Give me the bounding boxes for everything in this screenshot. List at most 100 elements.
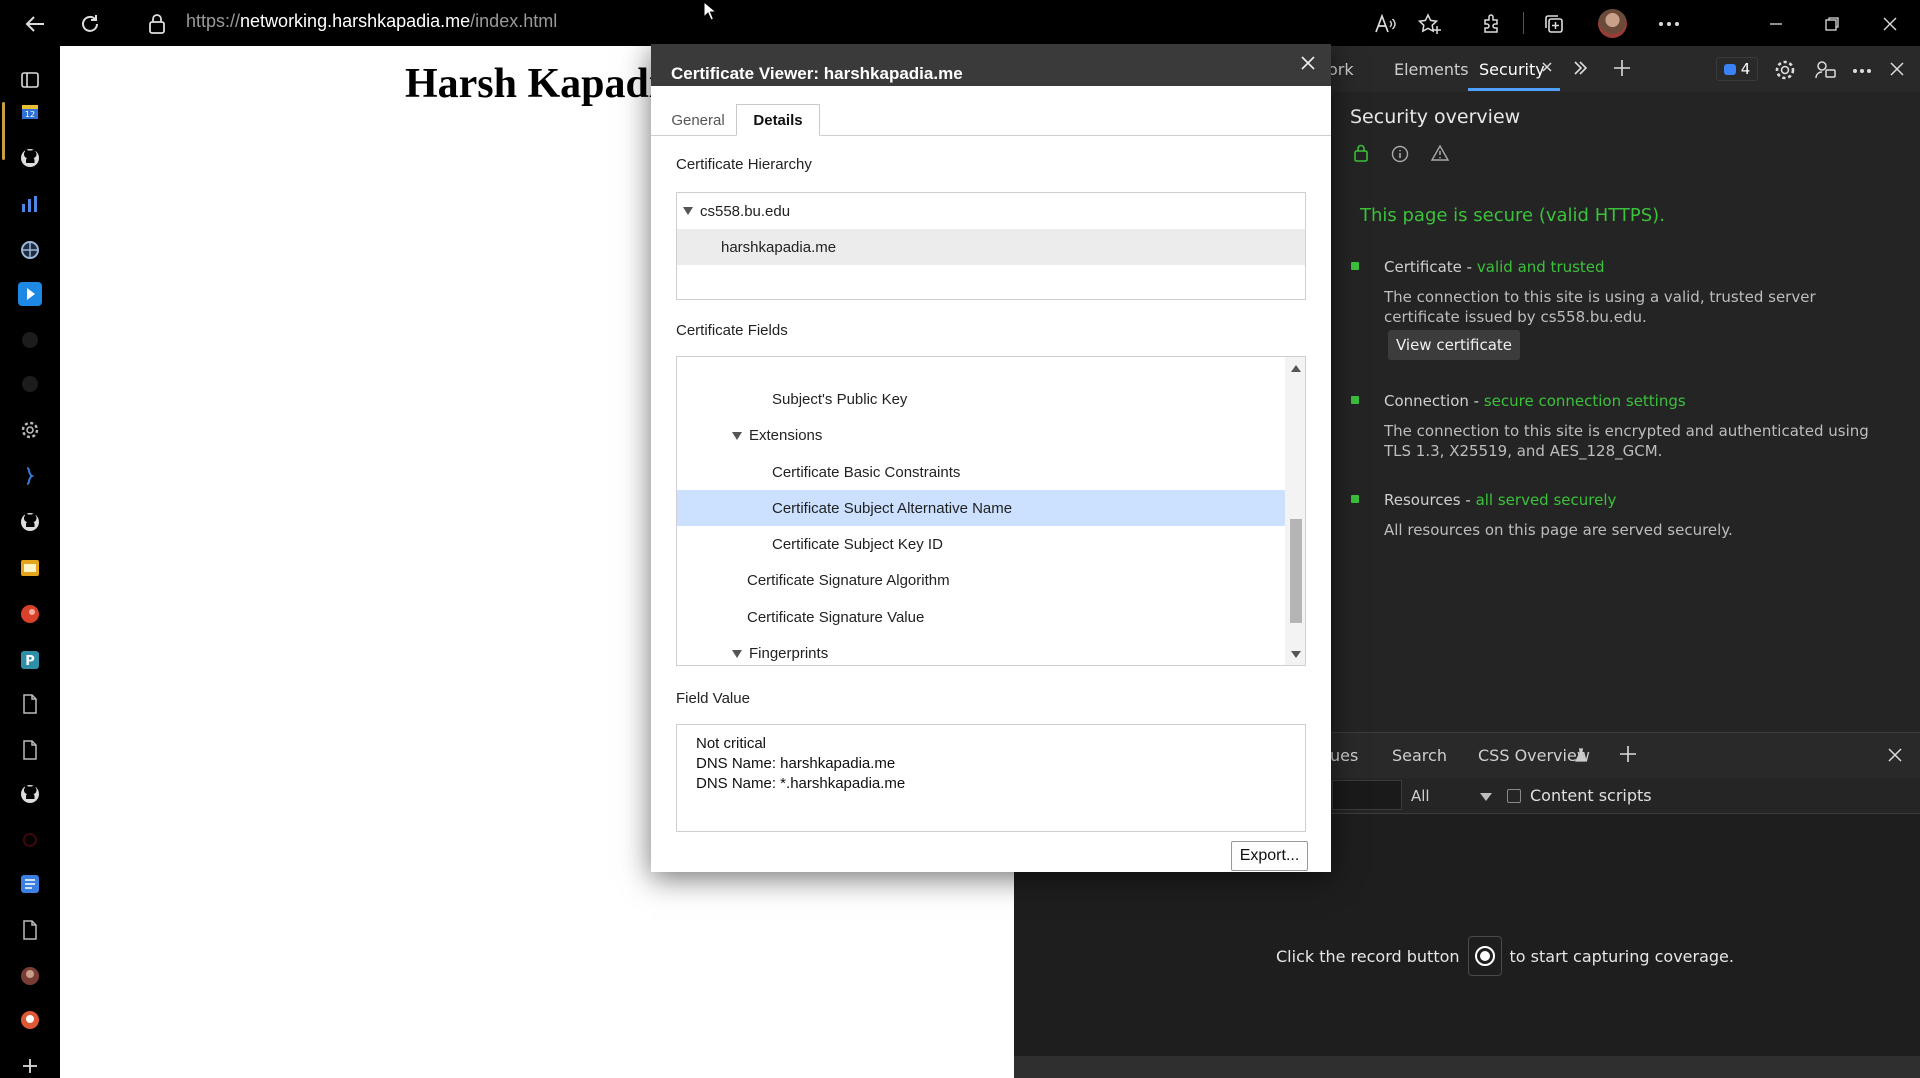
fields-scrollbar[interactable]: [1285, 357, 1305, 665]
scroll-up-icon[interactable]: [1291, 365, 1301, 372]
avatar-tab-icon[interactable]: [18, 964, 42, 988]
record-icon: [1474, 946, 1495, 966]
experimental-flask-icon: [1575, 748, 1587, 762]
github-dim-tab-icon[interactable]: [18, 328, 42, 352]
hierarchy-item-root[interactable]: cs558.bu.edu: [677, 193, 1305, 229]
slides-tab-icon[interactable]: [18, 556, 42, 580]
record-button[interactable]: [1467, 936, 1502, 976]
add-tab-icon[interactable]: [1612, 58, 1632, 78]
back-icon[interactable]: [18, 7, 52, 41]
secure-lock-icon[interactable]: [1353, 144, 1369, 162]
extensions-icon[interactable]: [1475, 7, 1509, 41]
messages-badge[interactable]: 4: [1716, 57, 1758, 81]
document-tab-icon-2[interactable]: [18, 738, 42, 762]
tab-security[interactable]: Security: [1479, 60, 1545, 79]
document-tab-icon[interactable]: [18, 692, 42, 716]
github-dim-tab-icon-2[interactable]: [18, 372, 42, 396]
red-circle-tab-icon[interactable]: [18, 602, 42, 626]
duckduckgo-tab-icon[interactable]: [18, 1008, 42, 1032]
field-row[interactable]: Certificate Signature Value: [677, 599, 1285, 635]
devtools-status-strip: [1014, 1056, 1920, 1078]
chevron-down-icon[interactable]: [1480, 793, 1492, 801]
connection-status-dot: [1351, 396, 1359, 404]
feedback-icon[interactable]: [1814, 59, 1836, 81]
field-row[interactable]: Certificate Signature Algorithm: [677, 563, 1285, 599]
minimize-icon[interactable]: [1759, 7, 1793, 41]
document-tab-icon-3[interactable]: [18, 918, 42, 942]
scroll-down-icon[interactable]: [1291, 651, 1301, 658]
devtools-settings-icon[interactable]: [1774, 59, 1796, 81]
collections-icon[interactable]: [1537, 7, 1571, 41]
field-value-textarea[interactable]: Not critical DNS Name: harshkapadia.me D…: [676, 724, 1306, 832]
address-bar[interactable]: https://networking.harshkapadia.me/index…: [186, 11, 557, 32]
p-app-tab-icon[interactable]: P: [18, 648, 42, 672]
field-row-selected[interactable]: Certificate Subject Alternative Name: [677, 490, 1285, 527]
coverage-hint-after: to start capturing coverage.: [1509, 946, 1734, 966]
settings-tab-icon[interactable]: [18, 418, 42, 442]
tab-elements[interactable]: Elements: [1394, 60, 1469, 79]
expand-triangle-icon[interactable]: [732, 649, 742, 658]
drawer-tab-search[interactable]: Search: [1392, 746, 1447, 765]
drawer-add-tab-icon[interactable]: [1618, 744, 1638, 764]
close-devtools-icon[interactable]: [1889, 61, 1905, 77]
field-label: Extensions: [749, 427, 823, 445]
dark-red-tab-icon[interactable]: [18, 828, 42, 852]
scrollbar-thumb[interactable]: [1290, 519, 1302, 623]
calendar-tab-icon[interactable]: 12: [18, 100, 42, 124]
add-favorite-icon[interactable]: [1413, 7, 1447, 41]
new-tab-icon[interactable]: [18, 1054, 42, 1078]
export-button[interactable]: Export...: [1231, 841, 1308, 871]
github-tab-icon[interactable]: [18, 146, 42, 170]
tab-general[interactable]: General: [667, 104, 729, 136]
tab-details[interactable]: Details: [736, 104, 820, 136]
drawer-tab-issues[interactable]: ues: [1330, 746, 1358, 765]
video-tab-icon[interactable]: [18, 282, 42, 306]
url-host: networking.harshkapadia.me: [240, 11, 471, 31]
more-options-icon[interactable]: [1652, 7, 1686, 41]
github-tab-icon-2[interactable]: [18, 510, 42, 534]
hierarchy-heading: Certificate Hierarchy: [676, 156, 812, 173]
profile-avatar[interactable]: [1598, 9, 1627, 38]
svg-text:12: 12: [25, 110, 35, 119]
restore-icon[interactable]: [1815, 7, 1849, 41]
field-label: Certificate Basic Constraints: [772, 463, 961, 481]
warning-icon[interactable]: [1431, 144, 1449, 162]
drawer-tab-css-overview[interactable]: CSS Overview: [1478, 746, 1590, 765]
field-label: Certificate Subject Key ID: [772, 536, 943, 554]
close-security-tab-icon[interactable]: [1540, 60, 1554, 74]
partial-row-ascenders: ▬: [772, 357, 787, 358]
filter-input[interactable]: [1332, 780, 1402, 810]
refresh-icon[interactable]: [73, 7, 107, 41]
analytics-tab-icon[interactable]: [18, 192, 42, 216]
content-scripts-checkbox[interactable]: [1507, 789, 1521, 803]
field-row-group[interactable]: Fingerprints: [677, 635, 1285, 665]
field-row[interactable]: Certificate Basic Constraints: [677, 454, 1285, 490]
field-row-partial[interactable]: ▬: [677, 357, 1285, 381]
expand-triangle-icon[interactable]: [732, 431, 742, 440]
globe-tab-icon[interactable]: [18, 238, 42, 262]
more-tabs-icon[interactable]: [1572, 60, 1588, 76]
connection-summary: Connection - secure connection settings: [1384, 392, 1686, 410]
vertical-tabs-sidebar: 12 P: [0, 46, 60, 1078]
view-certificate-button[interactable]: View certificate: [1388, 330, 1520, 360]
info-icon[interactable]: [1391, 145, 1409, 163]
code-tab-icon[interactable]: [18, 464, 42, 488]
lock-icon[interactable]: [140, 7, 174, 41]
type-filter-select[interactable]: All: [1411, 787, 1430, 805]
read-aloud-icon[interactable]: [1368, 7, 1402, 41]
expand-triangle-icon[interactable]: [683, 207, 693, 215]
tab-network[interactable]: ork: [1328, 60, 1354, 79]
docs-tab-icon[interactable]: [18, 872, 42, 896]
field-row[interactable]: Certificate Subject Key ID: [677, 526, 1285, 562]
close-window-icon[interactable]: [1873, 7, 1907, 41]
certificate-status-dot: [1351, 262, 1359, 270]
tab-actions-icon[interactable]: [18, 68, 42, 92]
hierarchy-item-leaf[interactable]: harshkapadia.me: [677, 229, 1305, 265]
close-drawer-icon[interactable]: [1887, 747, 1903, 763]
github-tab-icon-3[interactable]: [18, 782, 42, 806]
close-dialog-icon[interactable]: [1297, 52, 1319, 74]
certificate-hierarchy-tree: cs558.bu.edu harshkapadia.me: [676, 192, 1306, 300]
devtools-more-icon[interactable]: [1852, 68, 1872, 74]
field-row[interactable]: Subject's Public Key: [677, 381, 1285, 417]
field-row-group[interactable]: Extensions: [677, 418, 1285, 454]
